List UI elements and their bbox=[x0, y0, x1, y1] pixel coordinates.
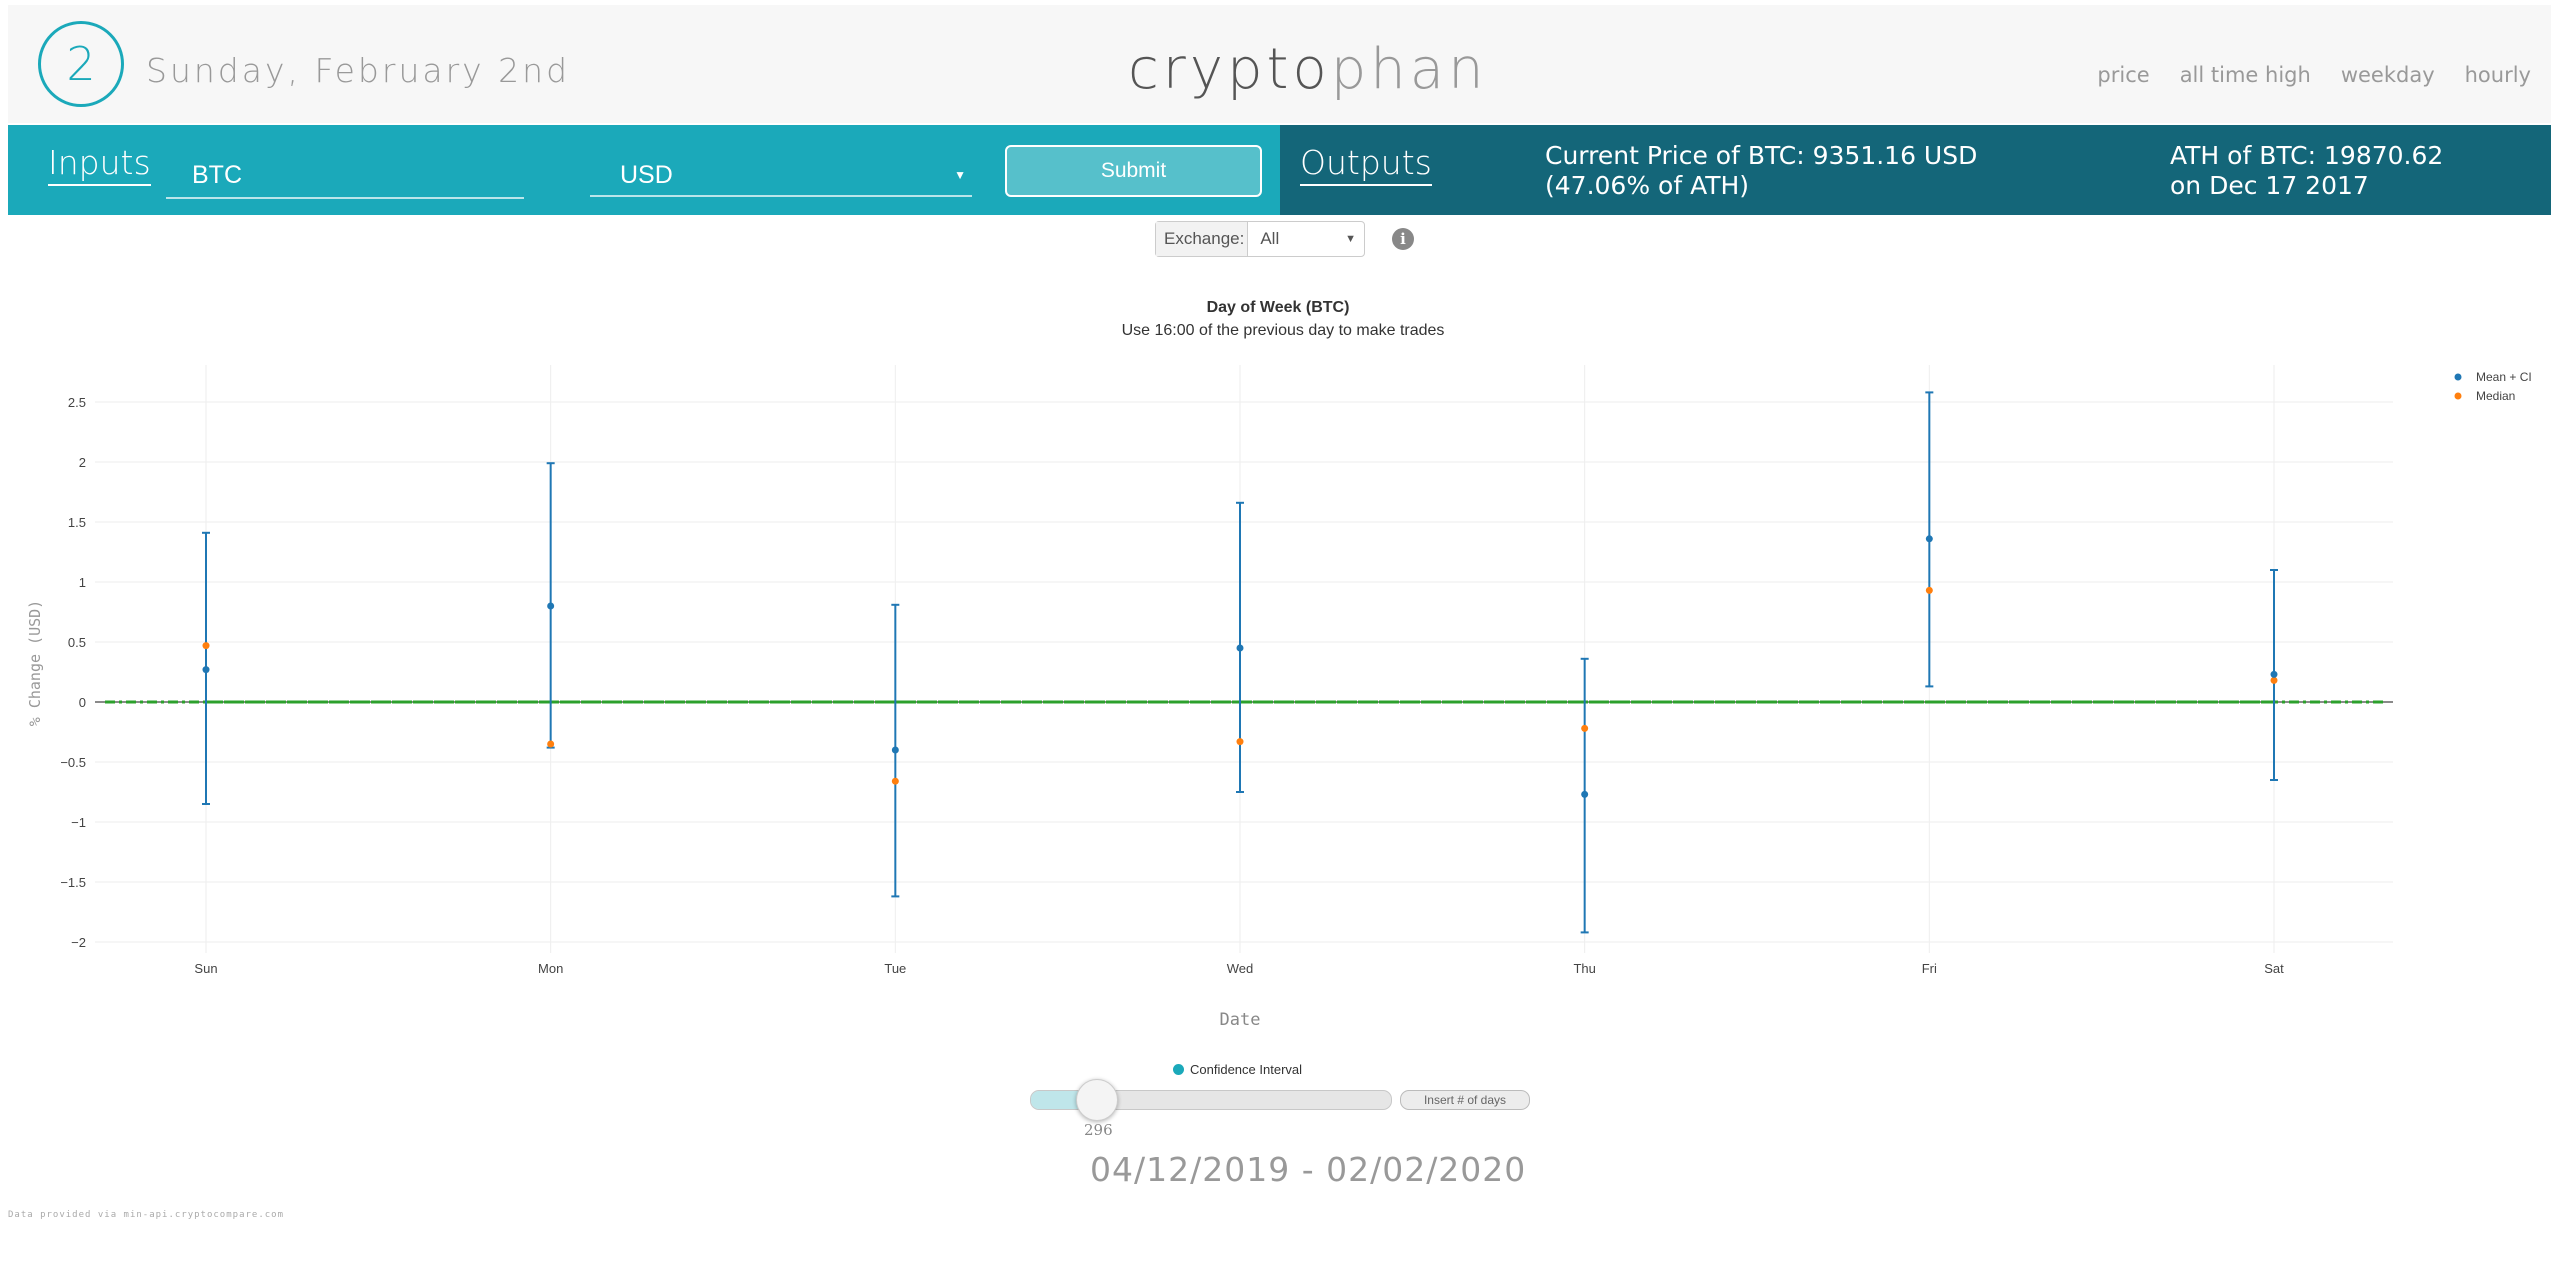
confidence-interval-label: Confidence Interval bbox=[1190, 1062, 1303, 1077]
chart-grid bbox=[95, 365, 2393, 953]
mean-point bbox=[1236, 644, 1244, 652]
mean-point bbox=[1925, 535, 1933, 543]
mean-point bbox=[891, 746, 899, 754]
median-point bbox=[891, 777, 899, 785]
y-axis-label: % Change (USD) bbox=[26, 600, 44, 726]
y-tick-label: −0.5 bbox=[60, 755, 86, 770]
x-tick-label: Mon bbox=[538, 961, 563, 976]
median-point bbox=[1236, 738, 1244, 746]
mean-point bbox=[1581, 790, 1589, 798]
y-tick-label: −2 bbox=[71, 935, 86, 950]
x-tick-label: Sun bbox=[194, 961, 217, 976]
legend-dot-icon bbox=[1173, 1064, 1184, 1075]
legend-label: Median bbox=[2476, 389, 2515, 403]
x-tick-label: Tue bbox=[884, 961, 906, 976]
y-tick-label: −1.5 bbox=[60, 875, 86, 890]
mean-point bbox=[2270, 670, 2278, 678]
x-tick-label: Fri bbox=[1922, 961, 1937, 976]
legend-label: Mean + CI bbox=[2476, 370, 2532, 384]
days-slider-thumb[interactable] bbox=[1076, 1079, 1118, 1121]
day-of-week-chart: Day of Week (BTC) Use 16:00 of the previ… bbox=[26, 299, 2532, 1030]
mean-point bbox=[547, 602, 555, 610]
mean-point bbox=[202, 666, 210, 674]
y-tick-label: 1 bbox=[79, 575, 86, 590]
data-source-footer: Data provided via min-api.cryptocompare.… bbox=[8, 1210, 284, 1220]
median-point bbox=[202, 642, 210, 650]
legend-marker bbox=[2454, 392, 2462, 400]
y-tick-label: −1 bbox=[71, 815, 86, 830]
x-tick-label: Thu bbox=[1573, 961, 1595, 976]
days-input[interactable]: Insert # of days bbox=[1400, 1090, 1530, 1110]
median-point bbox=[1581, 724, 1589, 732]
x-axis-label: Date bbox=[1220, 1010, 1261, 1030]
y-tick-label: 1.5 bbox=[68, 515, 86, 530]
days-slider-fill bbox=[1031, 1091, 1078, 1109]
y-tick-label: 2.5 bbox=[68, 395, 86, 410]
x-tick-label: Wed bbox=[1227, 961, 1254, 976]
chart-series bbox=[105, 391, 2383, 934]
chart-legend: Mean + CI Median bbox=[2454, 370, 2532, 403]
legend-marker bbox=[2454, 373, 2462, 381]
median-point bbox=[1925, 586, 1933, 594]
confidence-interval-legend: Confidence Interval bbox=[1173, 1062, 1302, 1077]
y-tick-label: 0.5 bbox=[68, 635, 86, 650]
median-point bbox=[547, 740, 555, 748]
y-tick-label: 2 bbox=[79, 455, 86, 470]
days-slider-value: 296 bbox=[1084, 1121, 1113, 1139]
x-tick-label: Sat bbox=[2264, 961, 2284, 976]
median-point bbox=[2270, 676, 2278, 684]
date-range: 04/12/2019 - 02/02/2020 bbox=[1090, 1150, 1527, 1189]
chart-subtitle: Use 16:00 of the previous day to make tr… bbox=[1122, 322, 1445, 339]
chart-axes: −2 −1.5 −1 −0.5 0 0.5 1 1.5 2 2.5 Sun Mon Tue Wed Thu F… bbox=[60, 395, 2284, 976]
chart-title: Day of Week (BTC) bbox=[1207, 299, 1350, 316]
y-tick-label: 0 bbox=[79, 695, 86, 710]
